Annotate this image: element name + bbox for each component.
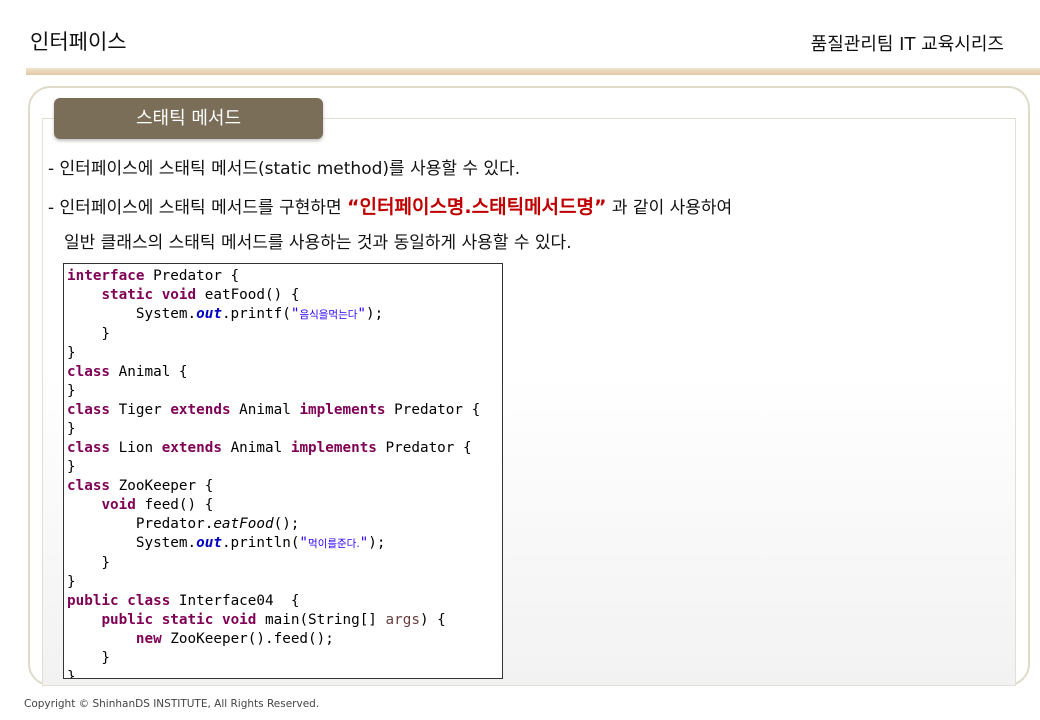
code-line: System.out.printf("음식을먹는다");	[67, 306, 384, 322]
code-line: void feed() {	[101, 497, 214, 513]
code-listing: interface Predator { static void eatFood…	[64, 264, 502, 679]
code-line: }	[67, 555, 111, 571]
bullet-2: - 인터페이스에 스태틱 메서드를 구현하면 “인터페이스명.스태틱메서드명” …	[48, 192, 732, 219]
header-rule	[26, 68, 1040, 75]
code-line: }	[67, 669, 76, 679]
code-line: Predator.eatFood();	[67, 516, 300, 532]
header-series: 품질관리팀 IT 교육시리즈	[810, 34, 1004, 55]
copyright: Copyright © ShinhanDS INSTITUTE, All Rig…	[24, 698, 320, 710]
code-line: }	[67, 326, 111, 342]
bullet-1: - 인터페이스에 스태틱 메서드(static method)를 사용할 수 있…	[48, 159, 521, 179]
header-title: 인터페이스	[30, 30, 127, 54]
bullet-2-suffix: 과 같이 사용하여	[606, 198, 733, 218]
code-line: class ZooKeeper {	[67, 478, 214, 494]
code-line: class Lion extends Animal implements Pre…	[67, 440, 472, 456]
code-line: public static void main(String[] args) {	[101, 612, 446, 628]
code-line: class Animal {	[67, 364, 188, 380]
code-line: }	[67, 383, 76, 399]
code-line: class Tiger extends Animal implements Pr…	[67, 402, 481, 418]
code-line: }	[67, 650, 111, 666]
code-line: }	[67, 574, 76, 590]
bullet-2-emphasis: “인터페이스명.스태틱메서드명”	[347, 196, 607, 218]
bullet-2-prefix: - 인터페이스에 스태틱 메서드를 구현하면	[48, 198, 348, 218]
code-line: interface Predator {	[67, 268, 240, 284]
section-tab-label: 스태틱 메서드	[135, 108, 242, 129]
code-line: }	[67, 459, 76, 475]
code-line: public class Interface04 {	[67, 593, 300, 609]
code-line: static void eatFood() {	[101, 287, 300, 303]
section-tab: 스태틱 메서드	[54, 98, 323, 139]
bullet-2-continuation: 일반 클래스의 스태틱 메서드를 사용하는 것과 동일하게 사용할 수 있다.	[64, 233, 572, 253]
code-line: new ZooKeeper().feed();	[135, 631, 334, 647]
code-line: System.out.println("먹이를준다.");	[67, 535, 386, 551]
code-line: }	[67, 345, 76, 361]
code-line: }	[67, 421, 76, 437]
code-box: interface Predator { static void eatFood…	[63, 263, 503, 679]
